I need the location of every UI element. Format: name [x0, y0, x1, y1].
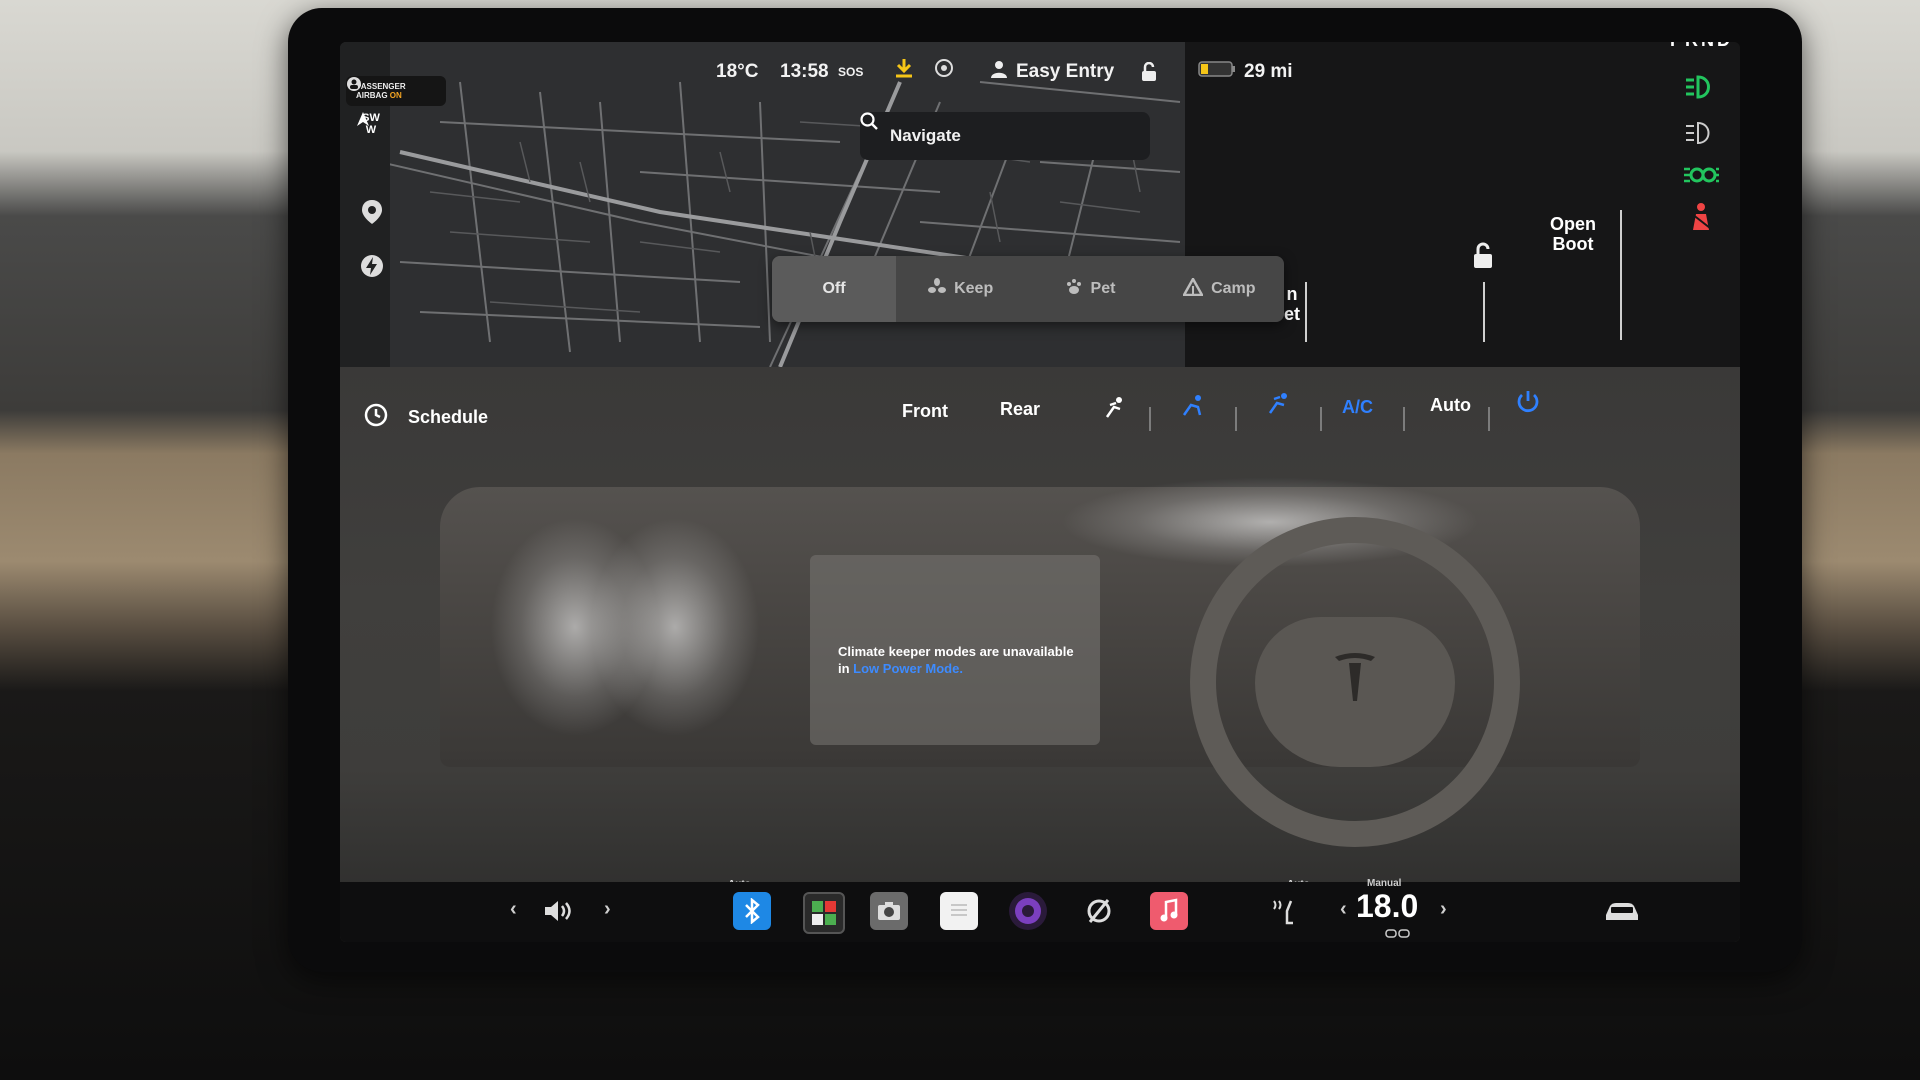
airbag-label-1: PASSENGER [356, 82, 406, 91]
airbag-state: ON [389, 91, 402, 100]
toybox-icon[interactable] [1080, 892, 1118, 930]
battery-range[interactable]: 29 mi [1198, 58, 1293, 86]
airflow-feet-icon[interactable] [1180, 393, 1206, 424]
keeper-keep-option[interactable]: Keep [896, 256, 1025, 322]
separator [1488, 407, 1490, 431]
frunk-pointer-line [1305, 282, 1307, 342]
lock-icon[interactable] [1140, 58, 1158, 86]
keeper-pet-label: Pet [1090, 280, 1116, 297]
open-boot-line1: Open [1550, 214, 1597, 234]
navigate-label: Navigate [890, 126, 961, 145]
separator [1320, 407, 1322, 431]
media-icon[interactable] [1009, 892, 1047, 930]
steering-hub-visual [1255, 617, 1455, 767]
seat-sync-icon [1385, 926, 1411, 942]
clock: 13:58 [780, 61, 829, 82]
cabin-temperature[interactable]: 18.0 [1356, 888, 1418, 925]
charge-port-line [1483, 282, 1485, 342]
front-defrost-tab[interactable]: Front [902, 401, 948, 422]
keeper-pet-option[interactable]: Pet [1025, 256, 1154, 322]
temp-decrease-button[interactable]: ‹ [1340, 898, 1347, 921]
airflow-face-icon[interactable] [1102, 395, 1128, 426]
outside-temperature: 18°C [716, 61, 759, 82]
rear-defrost-tab[interactable]: Rear [1000, 399, 1040, 420]
separator [1235, 407, 1237, 431]
paw-icon [1065, 278, 1083, 301]
passenger-airbag-indicator: PASSENGER AIRBAG ON [346, 76, 446, 106]
charge-port-lock-icon[interactable] [1470, 242, 1496, 275]
keeper-off-option[interactable]: Off [772, 256, 896, 322]
music-icon[interactable] [1150, 892, 1188, 930]
volume-down-button[interactable]: ‹ [510, 898, 517, 921]
schedule-icon[interactable] [364, 403, 388, 432]
temp-increase-button[interactable]: › [1440, 898, 1447, 921]
open-boot-button[interactable]: Open Boot [1550, 214, 1596, 254]
open-frunk-button[interactable]: n et [1284, 284, 1300, 324]
car-controls-icon[interactable] [1600, 892, 1644, 930]
ac-toggle[interactable]: A/C [1342, 397, 1373, 418]
climate-panel: Climate keeper modes are unavailable in … [340, 367, 1740, 942]
touchscreen: PASSENGER AIRBAG ON SW W Navigate 18°C 1… [340, 42, 1740, 942]
frunk-label-fragment-2: et [1284, 304, 1301, 324]
person-icon [990, 60, 1008, 84]
sos-indicator[interactable]: SOS [838, 58, 863, 86]
low-power-mode-link[interactable]: Low Power Mode. [853, 661, 963, 676]
tesla-logo-icon [1335, 653, 1375, 701]
climate-keeper-selector: Off Keep Pet Camp [772, 256, 1284, 322]
navigate-search[interactable]: Navigate [860, 112, 1150, 160]
frunk-label-fragment-1: n [1286, 284, 1298, 304]
separator [1149, 407, 1151, 431]
seatbelt-warning-icon [1683, 202, 1719, 232]
dock-seat-heater-icon[interactable] [1266, 892, 1304, 930]
side-lights-icon[interactable] [1683, 160, 1719, 190]
profile-name: Easy Entry [1016, 61, 1115, 82]
open-boot-line2: Boot [1552, 234, 1594, 254]
bottom-dock: ‹ › ‹ Manual 18.0 › [340, 878, 1740, 942]
tent-icon [1181, 275, 1205, 301]
notes-icon[interactable] [940, 892, 978, 930]
camera-icon[interactable] [870, 892, 908, 930]
boot-pointer-line [1620, 210, 1622, 340]
headlights-icon[interactable] [1683, 72, 1719, 102]
range-value: 29 mi [1244, 61, 1293, 82]
separator [1403, 407, 1405, 431]
fan-icon [928, 277, 947, 301]
keeper-off-label: Off [822, 280, 846, 297]
keeper-camp-label: Camp [1211, 280, 1256, 297]
airflow-face-feet-icon[interactable] [1266, 391, 1292, 422]
auto-headlights-icon[interactable] [1683, 118, 1719, 148]
bluetooth-icon[interactable] [733, 892, 771, 930]
climate-power-icon[interactable] [1515, 389, 1541, 420]
airbag-label-2: AIRBAG [356, 91, 388, 100]
center-vent-airflow [590, 517, 760, 737]
keeper-camp-option[interactable]: Camp [1155, 256, 1284, 322]
volume-icon[interactable] [540, 892, 578, 930]
auto-climate-button[interactable]: Auto [1430, 395, 1471, 416]
keeper-keep-label: Keep [954, 280, 994, 297]
driver-profile[interactable]: Easy Entry [990, 58, 1114, 86]
compass[interactable]: SW W [356, 112, 386, 136]
low-power-notice: Climate keeper modes are unavailable in … [810, 555, 1100, 745]
battery-icon [1198, 61, 1236, 83]
sos-label: SOS [838, 65, 864, 79]
phone-icon[interactable] [803, 892, 845, 934]
schedule-button[interactable]: Schedule [408, 407, 488, 428]
volume-up-button[interactable]: › [604, 898, 611, 921]
gear-selector[interactable]: PRND [1670, 42, 1733, 51]
